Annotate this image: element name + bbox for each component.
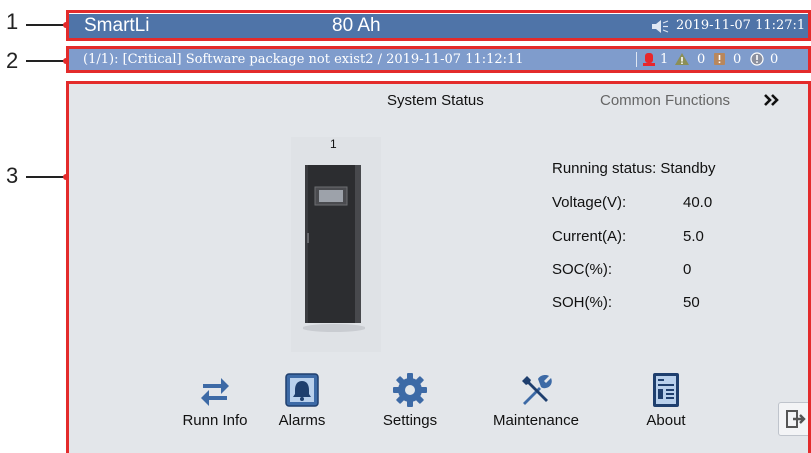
highlight-header xyxy=(66,10,811,41)
callout-label-2: 2 xyxy=(6,48,19,73)
highlight-alarm-bar xyxy=(66,46,811,73)
callout-line-1 xyxy=(26,24,66,26)
callout-label-3: 3 xyxy=(6,163,19,188)
callout-line-3 xyxy=(26,176,66,178)
callout-line-2 xyxy=(26,60,66,62)
highlight-main xyxy=(66,81,811,453)
callout-label-1: 1 xyxy=(6,9,19,34)
